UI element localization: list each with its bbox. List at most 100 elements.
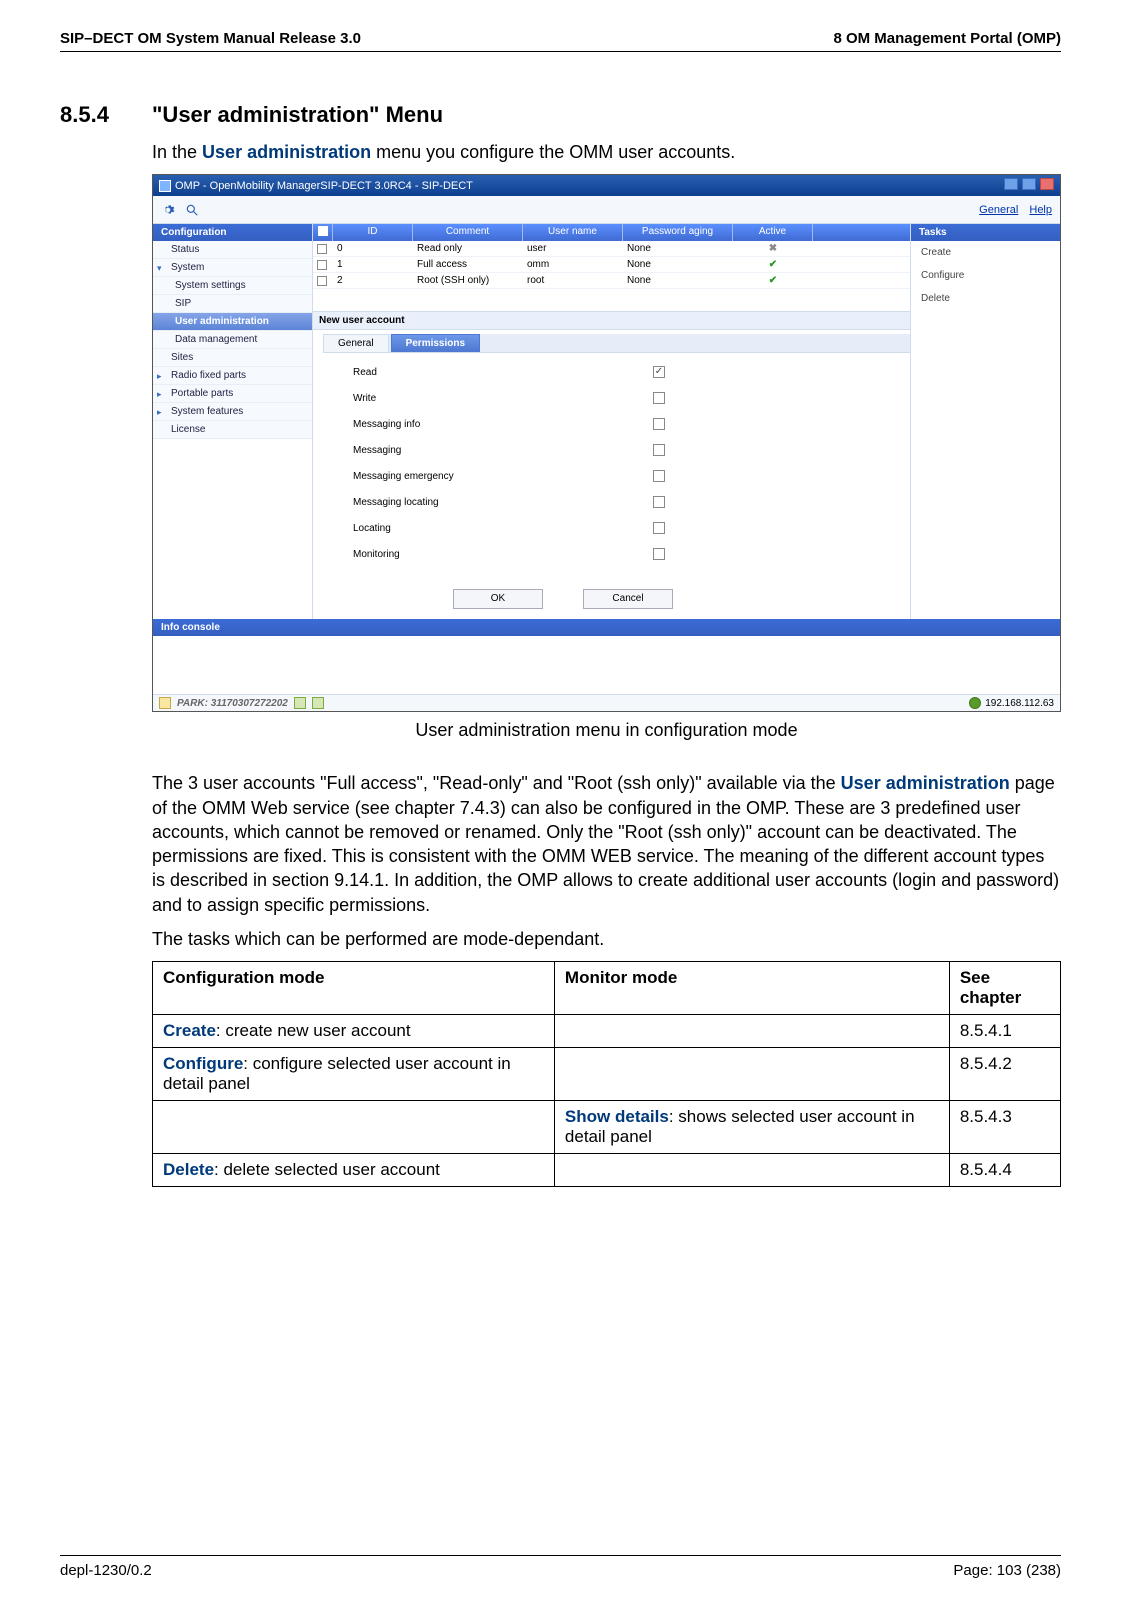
maximize-icon[interactable] bbox=[1022, 178, 1036, 190]
help-link[interactable]: Help bbox=[1029, 204, 1052, 216]
permission-row: Messaging info bbox=[353, 411, 880, 437]
status-icon[interactable] bbox=[294, 697, 306, 709]
footer-right: Page: 103 (238) bbox=[953, 1562, 1061, 1579]
permission-checkbox[interactable] bbox=[653, 418, 665, 430]
table-row: Create: create new user account 8.5.4.1 bbox=[153, 1015, 1061, 1048]
ip-address: 192.168.112.63 bbox=[985, 698, 1054, 709]
sidebar-item-user-administration[interactable]: User administration bbox=[153, 313, 312, 331]
sidebar-item-data-management[interactable]: Data management bbox=[153, 331, 312, 349]
status-bar: PARK: 31170307272202 192.168.112.63 bbox=[153, 694, 1060, 711]
table-row[interactable]: 0 Read only user None ✖ bbox=[313, 241, 910, 257]
sidebar: Configuration Status System System setti… bbox=[153, 224, 313, 619]
permission-checkbox[interactable] bbox=[653, 548, 665, 560]
column-id[interactable]: ID bbox=[333, 224, 413, 241]
figure-caption: User administration menu in configuratio… bbox=[152, 720, 1061, 741]
sidebar-item-system-features[interactable]: System features bbox=[153, 403, 312, 421]
tab-general[interactable]: General bbox=[323, 334, 389, 352]
permission-label: Locating bbox=[353, 523, 653, 534]
tab-permissions[interactable]: Permissions bbox=[391, 334, 480, 352]
permission-row: Locating bbox=[353, 515, 880, 541]
sidebar-item-sites[interactable]: Sites bbox=[153, 349, 312, 367]
sidebar-item-system[interactable]: System bbox=[153, 259, 312, 277]
permission-row: Read bbox=[353, 359, 880, 385]
permission-row: Monitoring bbox=[353, 541, 880, 567]
column-active[interactable]: Active bbox=[733, 224, 813, 241]
info-console-heading: Info console bbox=[153, 619, 1060, 636]
permission-row: Messaging emergency bbox=[353, 463, 880, 489]
close-icon[interactable] bbox=[1040, 178, 1054, 190]
task-create[interactable]: Create bbox=[911, 241, 1060, 264]
app-logo-icon bbox=[159, 180, 171, 192]
toolbar: General Help bbox=[153, 196, 1060, 224]
column-username[interactable]: User name bbox=[523, 224, 623, 241]
table-row: Configure: configure selected user accou… bbox=[153, 1048, 1061, 1101]
header-left: SIP–DECT OM System Manual Release 3.0 bbox=[60, 30, 361, 47]
permission-row: Messaging bbox=[353, 437, 880, 463]
page-footer: depl-1230/0.2 Page: 103 (238) bbox=[60, 1555, 1061, 1579]
table-header-monitor: Monitor mode bbox=[554, 962, 949, 1015]
permission-checkbox[interactable] bbox=[653, 444, 665, 456]
table-row: Delete: delete selected user account 8.5… bbox=[153, 1154, 1061, 1187]
section-title: "User administration" Menu bbox=[152, 102, 443, 128]
sidebar-item-radio-fixed-parts[interactable]: Radio fixed parts bbox=[153, 367, 312, 385]
permission-checkbox[interactable] bbox=[653, 470, 665, 482]
permission-label: Write bbox=[353, 393, 653, 404]
page-header: SIP–DECT OM System Manual Release 3.0 8 … bbox=[60, 30, 1061, 52]
permission-checkbox[interactable] bbox=[653, 496, 665, 508]
ok-button[interactable]: OK bbox=[453, 589, 543, 609]
active-icon: ✔ bbox=[769, 259, 777, 270]
table-row[interactable]: 2 Root (SSH only) root None ✔ bbox=[313, 273, 910, 289]
sidebar-item-status[interactable]: Status bbox=[153, 241, 312, 259]
sidebar-item-sip[interactable]: SIP bbox=[153, 295, 312, 313]
user-admin-link: User administration bbox=[841, 773, 1010, 793]
permission-checkbox[interactable] bbox=[653, 522, 665, 534]
task-keyword: Delete bbox=[163, 1160, 214, 1179]
cancel-button[interactable]: Cancel bbox=[583, 589, 673, 609]
row-checkbox[interactable] bbox=[317, 244, 327, 254]
permission-label: Messaging emergency bbox=[353, 471, 653, 482]
column-comment[interactable]: Comment bbox=[413, 224, 523, 241]
gear-icon[interactable] bbox=[161, 203, 175, 217]
sidebar-item-license[interactable]: License bbox=[153, 421, 312, 439]
column-checkbox[interactable] bbox=[313, 224, 333, 241]
sidebar-item-system-settings[interactable]: System settings bbox=[153, 277, 312, 295]
permission-label: Messaging bbox=[353, 445, 653, 456]
permission-checkbox[interactable] bbox=[653, 392, 665, 404]
task-delete[interactable]: Delete bbox=[911, 287, 1060, 310]
permission-checkbox[interactable] bbox=[653, 366, 665, 378]
search-icon[interactable] bbox=[185, 203, 199, 217]
paragraph-2: The tasks which can be performed are mod… bbox=[152, 927, 1061, 951]
footer-left: depl-1230/0.2 bbox=[60, 1562, 152, 1579]
inactive-icon: ✖ bbox=[769, 243, 777, 254]
intro-paragraph: In the User administration menu you conf… bbox=[152, 140, 1061, 164]
task-keyword: Show details bbox=[565, 1107, 669, 1126]
permission-label: Messaging info bbox=[353, 419, 653, 430]
table-header-chapter: See chapter bbox=[949, 962, 1060, 1015]
row-checkbox[interactable] bbox=[317, 260, 327, 270]
window-titlebar: OMP - OpenMobility ManagerSIP-DECT 3.0RC… bbox=[153, 175, 1060, 196]
row-checkbox[interactable] bbox=[317, 276, 327, 286]
new-account-title: New user account bbox=[313, 312, 910, 330]
sidebar-heading: Configuration bbox=[153, 224, 312, 241]
user-admin-link: User administration bbox=[202, 142, 371, 162]
park-label: PARK: 31170307272202 bbox=[177, 698, 288, 709]
table-header-config: Configuration mode bbox=[153, 962, 555, 1015]
status-tool-icon[interactable] bbox=[159, 697, 171, 709]
permission-row: Messaging locating bbox=[353, 489, 880, 515]
permission-label: Read bbox=[353, 367, 653, 378]
info-console-body bbox=[153, 636, 1060, 694]
header-right: 8 OM Management Portal (OMP) bbox=[833, 30, 1061, 47]
screenshot-figure: OMP - OpenMobility ManagerSIP-DECT 3.0RC… bbox=[152, 174, 1061, 712]
connection-icon bbox=[969, 697, 981, 709]
active-icon: ✔ bbox=[769, 275, 777, 286]
table-header-row: ID Comment User name Password aging Acti… bbox=[313, 224, 910, 241]
status-icon[interactable] bbox=[312, 697, 324, 709]
sidebar-item-portable-parts[interactable]: Portable parts bbox=[153, 385, 312, 403]
new-account-panel: New user account General Permissions Rea… bbox=[313, 311, 910, 619]
minimize-icon[interactable] bbox=[1004, 178, 1018, 190]
section-number: 8.5.4 bbox=[60, 102, 152, 128]
table-row[interactable]: 1 Full access omm None ✔ bbox=[313, 257, 910, 273]
column-password-aging[interactable]: Password aging bbox=[623, 224, 733, 241]
task-configure[interactable]: Configure bbox=[911, 264, 1060, 287]
general-link[interactable]: General bbox=[979, 204, 1018, 216]
